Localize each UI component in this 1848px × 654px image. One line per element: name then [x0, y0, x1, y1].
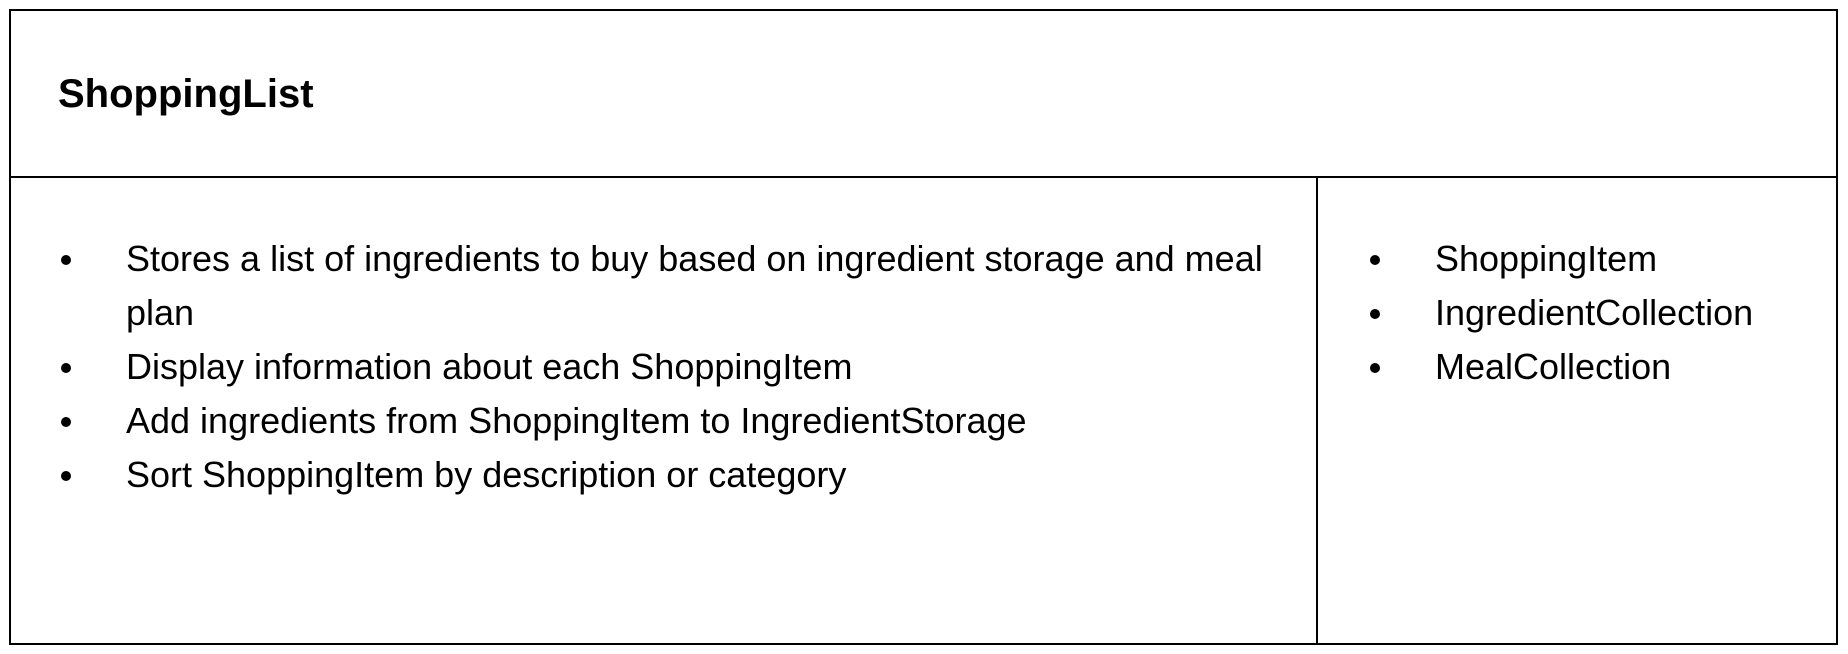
collaborator-item: IngredientCollection [1367, 286, 1824, 340]
collaborator-text: IngredientCollection [1435, 292, 1754, 333]
bullet-icon [1370, 255, 1380, 265]
bullet-icon [61, 471, 71, 481]
responsibility-item: Display information about each ShoppingI… [58, 340, 1292, 394]
collaborator-text: ShoppingItem [1435, 238, 1658, 279]
bullet-icon [61, 255, 71, 265]
collaborator-item: ShoppingItem [1367, 232, 1824, 286]
responsibility-text: Add ingredients from ShoppingItem to Ing… [126, 400, 1027, 441]
responsibility-text: Sort ShoppingItem by description or cate… [126, 454, 847, 495]
bullet-icon [61, 417, 71, 427]
bullet-icon [1370, 363, 1380, 373]
collaborators-list: ShoppingItem IngredientCollection MealCo… [1367, 232, 1824, 394]
crc-card: ShoppingList Stores a list of ingredient… [9, 9, 1838, 645]
responsibilities-panel: Stores a list of ingredients to buy base… [11, 178, 1318, 643]
bullet-icon [1370, 309, 1380, 319]
bullet-icon [61, 363, 71, 373]
collaborator-text: MealCollection [1435, 346, 1672, 387]
collaborator-item: MealCollection [1367, 340, 1824, 394]
crc-body: Stores a list of ingredients to buy base… [11, 178, 1836, 643]
class-name: ShoppingList [58, 71, 314, 116]
collaborators-panel: ShoppingItem IngredientCollection MealCo… [1318, 178, 1836, 643]
crc-header: ShoppingList [11, 11, 1836, 178]
responsibilities-list: Stores a list of ingredients to buy base… [58, 232, 1292, 502]
responsibility-item: Add ingredients from ShoppingItem to Ing… [58, 394, 1292, 448]
responsibility-item: Sort ShoppingItem by description or cate… [58, 448, 1292, 502]
responsibility-item: Stores a list of ingredients to buy base… [58, 232, 1292, 340]
responsibility-text: Stores a list of ingredients to buy base… [126, 238, 1263, 333]
responsibility-text: Display information about each ShoppingI… [126, 346, 853, 387]
